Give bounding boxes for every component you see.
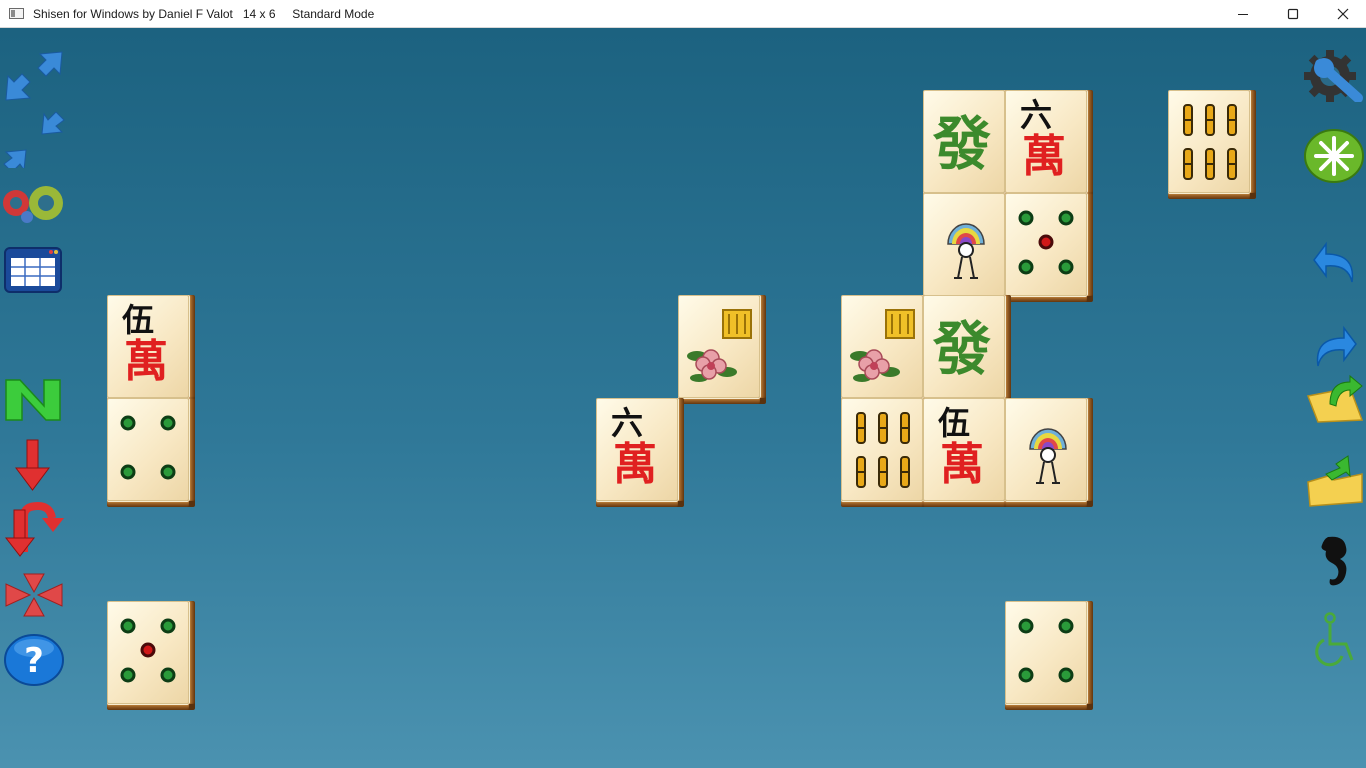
svg-text:?: ? <box>24 641 44 681</box>
tile-flower-fan[interactable] <box>923 193 1005 296</box>
title-bar: Shisen for Windows by Daniel F Valot 14 … <box>0 0 1366 28</box>
tile-glyph-six: 六 <box>611 404 644 442</box>
zoom-in-icon[interactable] <box>2 46 66 102</box>
new-game-icon[interactable] <box>4 378 64 424</box>
tile-season-chrysanthemum[interactable] <box>678 295 760 398</box>
tile-character-6[interactable]: 六 萬 <box>596 398 678 501</box>
maximize-button[interactable] <box>1270 0 1316 28</box>
help-icon[interactable]: ? <box>3 632 65 688</box>
tile-glyph-fa: 發 <box>933 110 992 178</box>
window-title: Shisen for Windows by Daniel F Valot 14 … <box>33 7 375 21</box>
tile-glyph-wan: 萬 <box>124 336 168 387</box>
tile-glyph-wan: 萬 <box>940 439 984 490</box>
tile-character-6[interactable]: 六 萬 <box>1005 90 1087 193</box>
minimize-icon <box>1238 14 1248 15</box>
tile-flower-fan[interactable] <box>1005 398 1087 501</box>
tile-glyph-five: 伍 <box>938 404 971 442</box>
tile-dragon-green[interactable]: 發 <box>923 295 1005 398</box>
zoom-out-icon[interactable] <box>2 112 66 168</box>
tile-glyph-wan: 萬 <box>1022 131 1066 182</box>
tile-season-chrysanthemum[interactable] <box>841 295 923 398</box>
tile-character-5[interactable]: 伍 萬 <box>923 398 1005 501</box>
tile-glyph-six: 六 <box>1020 96 1053 134</box>
tile-dots-5[interactable] <box>1005 193 1087 296</box>
shuffle-icon[interactable] <box>4 570 64 620</box>
seahorse-icon[interactable] <box>1314 533 1354 589</box>
hint-down-icon[interactable] <box>14 438 52 494</box>
tile-glyph-fa: 發 <box>933 315 992 383</box>
minimize-button[interactable] <box>1220 0 1266 28</box>
save-game-icon[interactable] <box>1306 452 1366 510</box>
colors-icon[interactable] <box>0 183 68 227</box>
tile-glyph-wan: 萬 <box>613 439 657 490</box>
tile-bamboo-6[interactable] <box>1168 90 1250 193</box>
accessibility-icon[interactable] <box>1310 612 1360 670</box>
restart-icon[interactable] <box>1304 128 1364 184</box>
app-icon <box>9 8 24 19</box>
tile-bamboo-6[interactable] <box>841 398 923 501</box>
close-button[interactable] <box>1320 0 1366 28</box>
open-game-icon[interactable] <box>1306 374 1366 424</box>
tile-glyph-five: 伍 <box>122 301 155 339</box>
tile-dots-4[interactable] <box>1005 601 1087 704</box>
tile-dots-5[interactable] <box>107 601 189 704</box>
scores-table-icon[interactable] <box>3 244 65 296</box>
tile-dots-4[interactable] <box>107 398 189 501</box>
tile-dragon-green[interactable]: 發 <box>923 90 1005 193</box>
settings-icon[interactable] <box>1302 50 1366 102</box>
tile-character-5[interactable]: 伍 萬 <box>107 295 189 398</box>
game-board: ? 伍 萬 六 萬 發 六 萬 發 伍 萬 <box>0 28 1366 768</box>
redo-icon[interactable] <box>1310 324 1358 370</box>
undo-icon[interactable] <box>1312 240 1360 286</box>
hint-turn-icon[interactable] <box>4 502 68 562</box>
close-icon <box>1337 8 1349 20</box>
maximize-icon <box>1287 8 1299 20</box>
